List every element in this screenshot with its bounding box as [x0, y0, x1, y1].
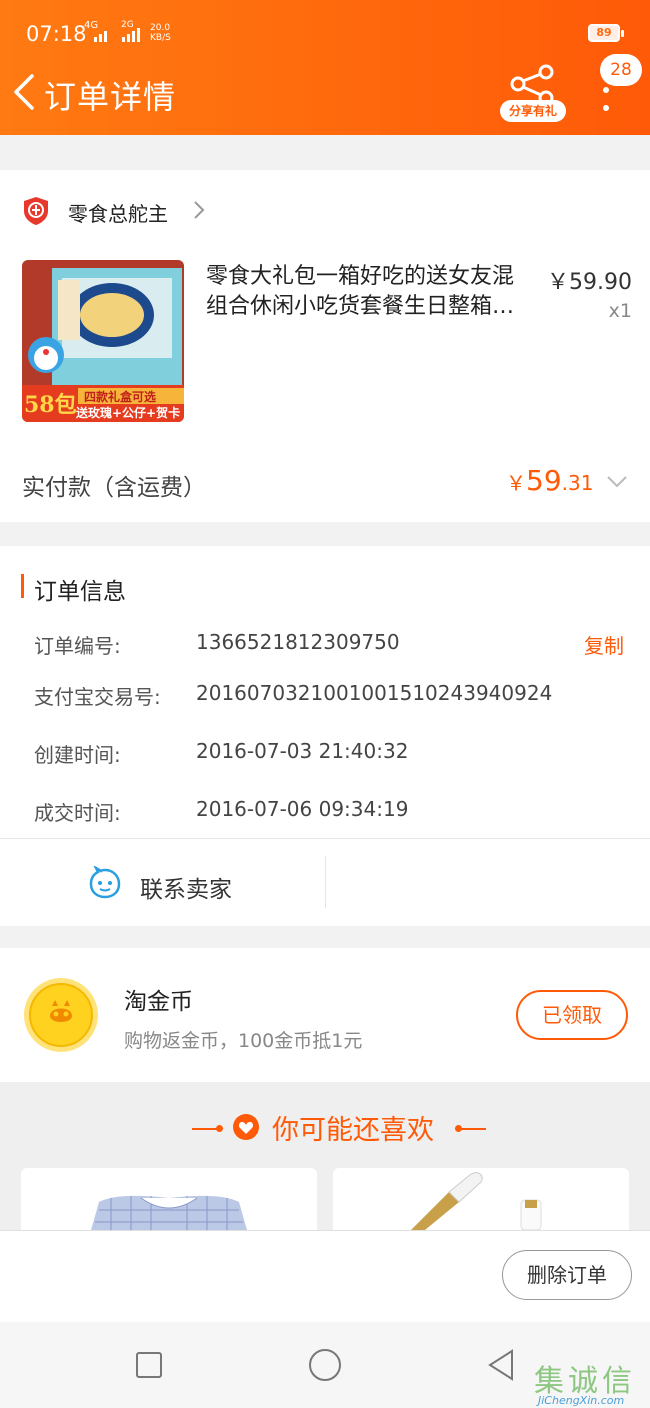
signal-icon: [94, 28, 140, 42]
divider-vertical: [325, 856, 326, 908]
home-icon[interactable]: [309, 1349, 341, 1381]
taojinbi-description: 购物返金币，100金币抵1元: [124, 1030, 363, 1052]
decor-line-left: [192, 1128, 218, 1130]
watermark-sub: JiChengXin.com: [538, 1394, 625, 1407]
alipay-trade-label: 支付宝交易号:: [34, 685, 161, 709]
product-image[interactable]: 58包 四款礼盒可选 送玫瑰+公仔+贺卡: [22, 260, 184, 422]
status-speed-value: 20.0: [150, 23, 171, 33]
paid-currency: ￥: [506, 471, 526, 495]
divider: [0, 838, 650, 839]
taojinbi-title: 淘金币: [124, 989, 193, 1015]
product-image-text-1: 四款礼盒可选: [84, 390, 157, 404]
gold-coin-icon: [24, 978, 98, 1052]
page-title: 订单详情: [44, 78, 177, 116]
paid-amount-integer: 59: [526, 464, 562, 497]
watermark-logo: 集诚信 JiChengXin.com: [534, 1356, 650, 1408]
product-image-text-2: 送玫瑰+公仔+贺卡: [76, 406, 181, 420]
deal-time-value: 2016-07-06 09:34:19: [196, 797, 409, 821]
battery-icon: 89: [588, 24, 624, 42]
product-image-count-text: 58包: [24, 392, 77, 418]
product-quantity: x1: [608, 300, 632, 322]
chevron-down-icon[interactable]: [604, 472, 630, 492]
paid-amount-decimal: .31: [561, 471, 594, 495]
copy-order-number-button[interactable]: 复制: [584, 630, 624, 659]
heart-icon: [233, 1114, 259, 1140]
recommended-item-card[interactable]: [21, 1168, 317, 1230]
created-time-label: 创建时间:: [34, 743, 121, 767]
recommendation-title: 你可能还喜欢: [272, 1115, 434, 1146]
nav-back-icon[interactable]: [486, 1348, 516, 1382]
order-number-label: 订单编号:: [34, 634, 121, 658]
shop-badge-icon: [24, 197, 48, 225]
recommended-item-card[interactable]: [333, 1168, 629, 1230]
status-time: 07:18: [26, 22, 87, 46]
delete-order-button[interactable]: 删除订单: [502, 1250, 632, 1300]
product-price: ￥59.90: [547, 270, 632, 295]
status-network-2g: 2G: [121, 20, 134, 30]
message-count-badge[interactable]: 28: [600, 54, 642, 86]
order-detail-screen: 07:18 4G 2G 20.0 KB/S 89 订单详情 分享有礼 28 零食…: [0, 0, 650, 1408]
product-title[interactable]: 零食大礼包一箱好吃的送女友混组合休闲小吃货套餐生日整箱…: [206, 262, 532, 322]
created-time-value: 2016-07-03 21:40:32: [196, 739, 409, 763]
decor-line-right: [460, 1128, 486, 1130]
alipay-trade-value: 2016070321001001510243940924: [196, 681, 553, 705]
paid-amount-label: 实付款（含运费）: [22, 475, 206, 501]
back-arrow-icon[interactable]: [8, 70, 44, 114]
status-speed-unit: KB/S: [150, 33, 171, 43]
claimed-button[interactable]: 已领取: [516, 990, 628, 1040]
contact-seller-button[interactable]: 联系卖家: [140, 870, 232, 904]
deal-time-label: 成交时间:: [34, 801, 121, 825]
section-accent-bar: [21, 574, 24, 598]
chat-face-icon[interactable]: [88, 866, 122, 900]
order-number-value: 1366521812309750: [196, 630, 400, 654]
recommended-item-image: [411, 1172, 542, 1230]
order-info-title: 订单信息: [34, 579, 126, 605]
recent-apps-icon[interactable]: [136, 1352, 162, 1378]
decor-dot-left: [216, 1125, 223, 1132]
recommended-item-image: [91, 1195, 247, 1230]
chevron-right-icon[interactable]: [190, 198, 208, 222]
shop-name[interactable]: 零食总舵主: [68, 198, 168, 227]
share-reward-label[interactable]: 分享有礼: [500, 100, 566, 122]
status-speed: 20.0 KB/S: [150, 23, 171, 43]
paid-amount: ￥59.31: [506, 464, 594, 497]
more-vertical-icon[interactable]: [598, 84, 614, 114]
